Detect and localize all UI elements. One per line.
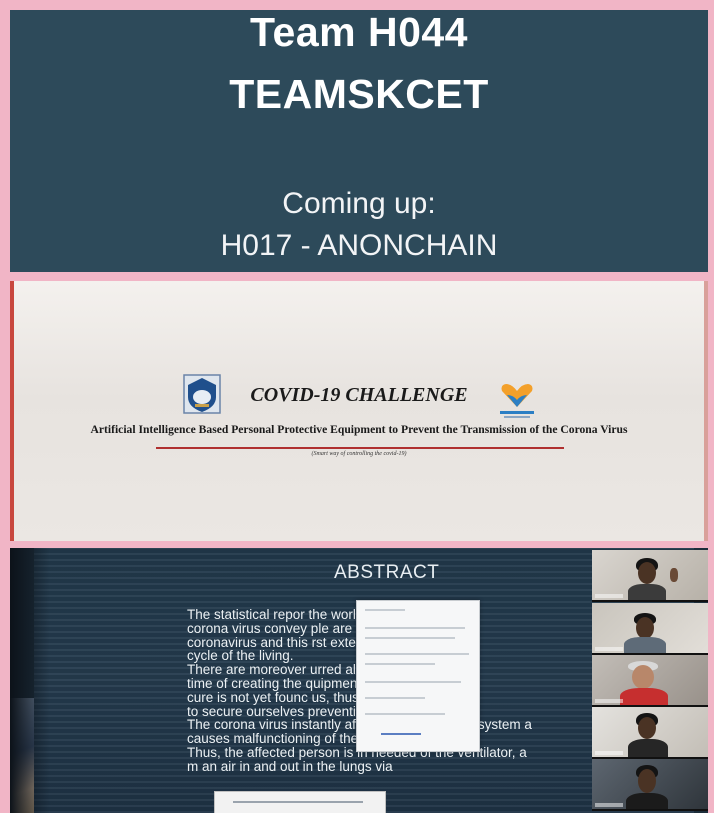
popup-title-line (365, 609, 405, 611)
popup-text-line (365, 697, 425, 699)
popup-text-line (365, 627, 465, 629)
person-waving-icon (670, 568, 678, 582)
heart-partner-logo (500, 384, 534, 418)
participant-tile[interactable] (592, 603, 708, 655)
popup-dialog[interactable] (356, 600, 480, 752)
toast-text-line (233, 801, 363, 803)
slide-left-border (10, 281, 14, 541)
popup-text-line (365, 681, 461, 683)
title-slide-panel: Team H044 TEAMSKCET Coming up: H017 - AN… (10, 10, 708, 272)
challenge-tagline: (Smart way of controlling the covid-19) (311, 451, 407, 457)
next-team-label: H017 - ANONCHAIN (220, 229, 498, 262)
participant-tile[interactable] (592, 759, 708, 811)
challenge-subtitle: Artificial Intelligence Based Personal P… (90, 423, 628, 436)
participant-tile[interactable] (592, 550, 708, 602)
popup-text-line (365, 637, 455, 639)
coming-up-label: Coming up: (282, 187, 436, 220)
participant-tile[interactable] (592, 707, 708, 759)
challenge-title: COVID-19 CHALLENGE (250, 384, 468, 406)
abstract-slide-photo: ABSTRACT The statistical repor the world… (10, 548, 708, 813)
popup-text-line (365, 663, 435, 665)
person-icon (638, 769, 656, 793)
covid-challenge-slide: COVID-19 CHALLENGE Artificial Intelligen… (10, 281, 708, 541)
slide-right-border (704, 281, 708, 541)
team-name-heading: TEAMSKCET (229, 71, 489, 117)
participant-tile[interactable] (592, 655, 708, 707)
team-id-heading: Team H044 (250, 10, 468, 55)
red-divider-line (156, 447, 564, 449)
popup-text-line (365, 713, 445, 715)
person-icon (638, 717, 656, 739)
popup-link[interactable] (381, 733, 421, 735)
notification-toast[interactable] (214, 791, 386, 813)
abstract-heading: ABSTRACT (334, 562, 440, 583)
person-red-shirt-icon (632, 665, 654, 689)
person-icon (636, 617, 654, 639)
photo-vignette (10, 548, 50, 813)
participant-video-strip (592, 548, 708, 813)
abstract-line: m an air in and out in the lungs via (187, 758, 393, 774)
popup-text-line (365, 653, 469, 655)
